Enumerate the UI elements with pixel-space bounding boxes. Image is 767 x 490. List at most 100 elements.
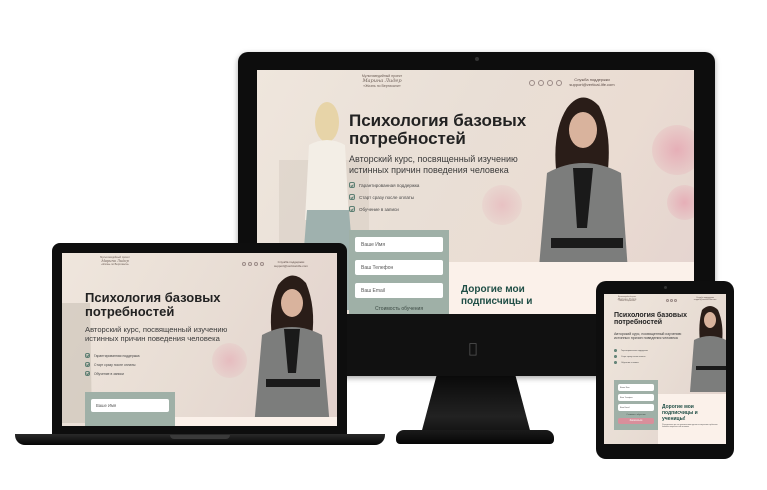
subtitle: Авторский курс, посвященный изучению ист… bbox=[85, 325, 227, 343]
laptop-notch bbox=[170, 435, 230, 439]
phone-placeholder: Ваш Телефон bbox=[361, 264, 394, 271]
subtitle: Авторский курс, посвященный изучению ист… bbox=[349, 154, 518, 176]
subtitle-line: истинных причин поведения человека bbox=[614, 336, 678, 341]
feature-text: Гарантированная поддержка bbox=[621, 349, 648, 352]
feature-text: Гарантированная поддержка bbox=[359, 182, 420, 188]
check-icon bbox=[349, 182, 355, 188]
logo[interactable]: Мультимедийный проект Марина Лидер «Жизн… bbox=[92, 256, 138, 266]
feature-item: Гарантированная поддержка bbox=[614, 349, 648, 352]
website-tablet: Мультимедийный проект Марина Лидер «Жизн… bbox=[604, 294, 726, 444]
greeting-section bbox=[175, 417, 337, 426]
support-email[interactable]: support@vertical-life.com bbox=[688, 299, 722, 301]
price-label: Стоимость обучения bbox=[626, 414, 646, 416]
vk-icon[interactable] bbox=[242, 262, 246, 266]
name-placeholder: Ваше Имя bbox=[620, 386, 630, 389]
feature-item: Обучение в записи bbox=[614, 361, 648, 364]
feature-item: Старт сразу после оплаты bbox=[85, 362, 140, 367]
feature-text: Обучение в записи bbox=[621, 361, 639, 364]
subtitle-line: истинных причин поведения человека bbox=[85, 334, 220, 344]
check-icon bbox=[349, 194, 355, 200]
vk-icon[interactable] bbox=[666, 299, 669, 302]
feature-item: Гарантированная поддержка bbox=[349, 182, 419, 188]
name-input[interactable]: Ваше Имя bbox=[91, 399, 169, 412]
features-list: Гарантированная поддержка Старт сразу по… bbox=[614, 349, 648, 364]
feature-text: Старт сразу после оплаты bbox=[94, 362, 136, 367]
price-label: Стоимость обучения bbox=[374, 306, 424, 312]
signup-form: Ваше Имя bbox=[85, 392, 175, 426]
feature-item: Старт сразу после оплаты bbox=[614, 355, 648, 358]
support-email[interactable]: support@vertical-life.com bbox=[562, 82, 622, 87]
logo-line: «Жизнь по Вертикали» bbox=[363, 84, 401, 88]
instagram-icon[interactable] bbox=[248, 262, 252, 266]
signup-button[interactable]: Записаться bbox=[618, 418, 654, 424]
feature-item: Обучение в записи bbox=[349, 206, 419, 212]
logo[interactable]: Мультимедийный проект Марина Лидер «Жизн… bbox=[614, 297, 640, 302]
monitor-stand bbox=[421, 376, 531, 434]
subtitle: Авторский курс, посвященный изучению ист… bbox=[614, 332, 686, 341]
subtitle-line: Авторский курс, посвященный изучению bbox=[349, 154, 518, 164]
logo-line: «Жизнь по Вертикали» bbox=[101, 263, 129, 266]
feature-item: Обучение в записи bbox=[85, 371, 140, 376]
email-input[interactable]: Ваш Email bbox=[355, 283, 443, 298]
check-icon bbox=[85, 353, 90, 358]
page-title: Психология базовых потребностей bbox=[85, 291, 221, 318]
feature-item: Старт сразу после оплаты bbox=[349, 194, 419, 200]
feature-text: Гарантированная поддержка bbox=[94, 353, 140, 358]
vk-icon[interactable] bbox=[529, 80, 535, 86]
phone-input[interactable]: Ваш Телефон bbox=[618, 394, 654, 401]
feature-text: Обучение в записи bbox=[94, 371, 124, 376]
name-placeholder: Ваше Имя bbox=[361, 241, 386, 248]
name-input[interactable]: Ваше Имя bbox=[618, 384, 654, 391]
support-block: Служба поддержки support@vertical-life.c… bbox=[562, 77, 622, 87]
flower-decoration bbox=[667, 185, 694, 220]
title-line: Психология базовых bbox=[85, 290, 221, 305]
page-title: Психология базовых потребностей bbox=[349, 112, 526, 148]
title-line: потребностей bbox=[614, 319, 663, 327]
social-icons bbox=[666, 299, 677, 302]
title-line: Психология базовых bbox=[349, 111, 527, 130]
feature-text: Обучение в записи bbox=[359, 206, 399, 212]
telegram-icon[interactable] bbox=[254, 262, 258, 266]
flower-decoration bbox=[212, 343, 247, 378]
feature-text: Старт сразу после оплаты bbox=[359, 194, 415, 200]
logo[interactable]: Мультимедийный проект Марина Лидер «Жизн… bbox=[347, 74, 417, 88]
telegram-icon[interactable] bbox=[547, 80, 553, 86]
author-photo bbox=[254, 275, 330, 426]
check-icon bbox=[614, 355, 617, 358]
tablet-screen: Мультимедийный проект Марина Лидер «Жизн… bbox=[604, 294, 726, 444]
logo-line: «Жизнь по Вертикали» bbox=[618, 301, 636, 302]
phone-input[interactable]: Ваш Телефон bbox=[355, 260, 443, 275]
greeting-title: Дорогие мои подписчицы и ученицы! bbox=[662, 404, 698, 422]
monitor-camera bbox=[475, 57, 479, 61]
name-input[interactable]: Ваше Имя bbox=[355, 237, 443, 252]
website-laptop: Мультимедийный проект Марина Лидер «Жизн… bbox=[62, 253, 337, 426]
instagram-icon[interactable] bbox=[538, 80, 544, 86]
support-block: Служба поддержки support@vertical-life.c… bbox=[688, 297, 722, 301]
signup-form: Ваше Имя Ваш Телефон Ваш Email Стоимость… bbox=[349, 230, 449, 314]
subtitle-line: истинных причин поведения человека bbox=[349, 164, 509, 175]
features-list: Гарантированная поддержка Старт сразу по… bbox=[85, 353, 140, 376]
youtube-icon[interactable] bbox=[260, 262, 264, 266]
monitor-stand-base bbox=[396, 430, 554, 444]
page-title: Психология базовых потребностей bbox=[614, 312, 687, 327]
feature-text: Старт сразу после оплаты bbox=[621, 355, 646, 358]
apple-logo-icon:  bbox=[466, 341, 480, 357]
feature-item: Гарантированная поддержка bbox=[85, 353, 140, 358]
email-input[interactable]: Ваш Email bbox=[618, 404, 654, 411]
author-photo bbox=[690, 306, 726, 392]
laptop-screen: Мультимедийный проект Марина Лидер «Жизн… bbox=[62, 253, 337, 426]
social-icons bbox=[242, 262, 264, 266]
check-icon bbox=[85, 371, 90, 376]
flower-decoration bbox=[652, 125, 694, 175]
title-line: потребностей bbox=[85, 303, 175, 319]
flower-decoration bbox=[482, 185, 522, 225]
tablet-camera bbox=[664, 286, 667, 289]
telegram-icon[interactable] bbox=[674, 299, 677, 302]
greeting-text: Я продолжаю вас за практическим курсом п… bbox=[662, 424, 718, 429]
instagram-icon[interactable] bbox=[670, 299, 673, 302]
email-placeholder: Ваш Email bbox=[620, 406, 630, 409]
check-icon bbox=[614, 349, 617, 352]
subtitle-line: Авторский курс, посвященный изучению bbox=[85, 325, 228, 334]
check-icon bbox=[349, 206, 355, 212]
name-placeholder: Ваше Имя bbox=[96, 403, 117, 408]
